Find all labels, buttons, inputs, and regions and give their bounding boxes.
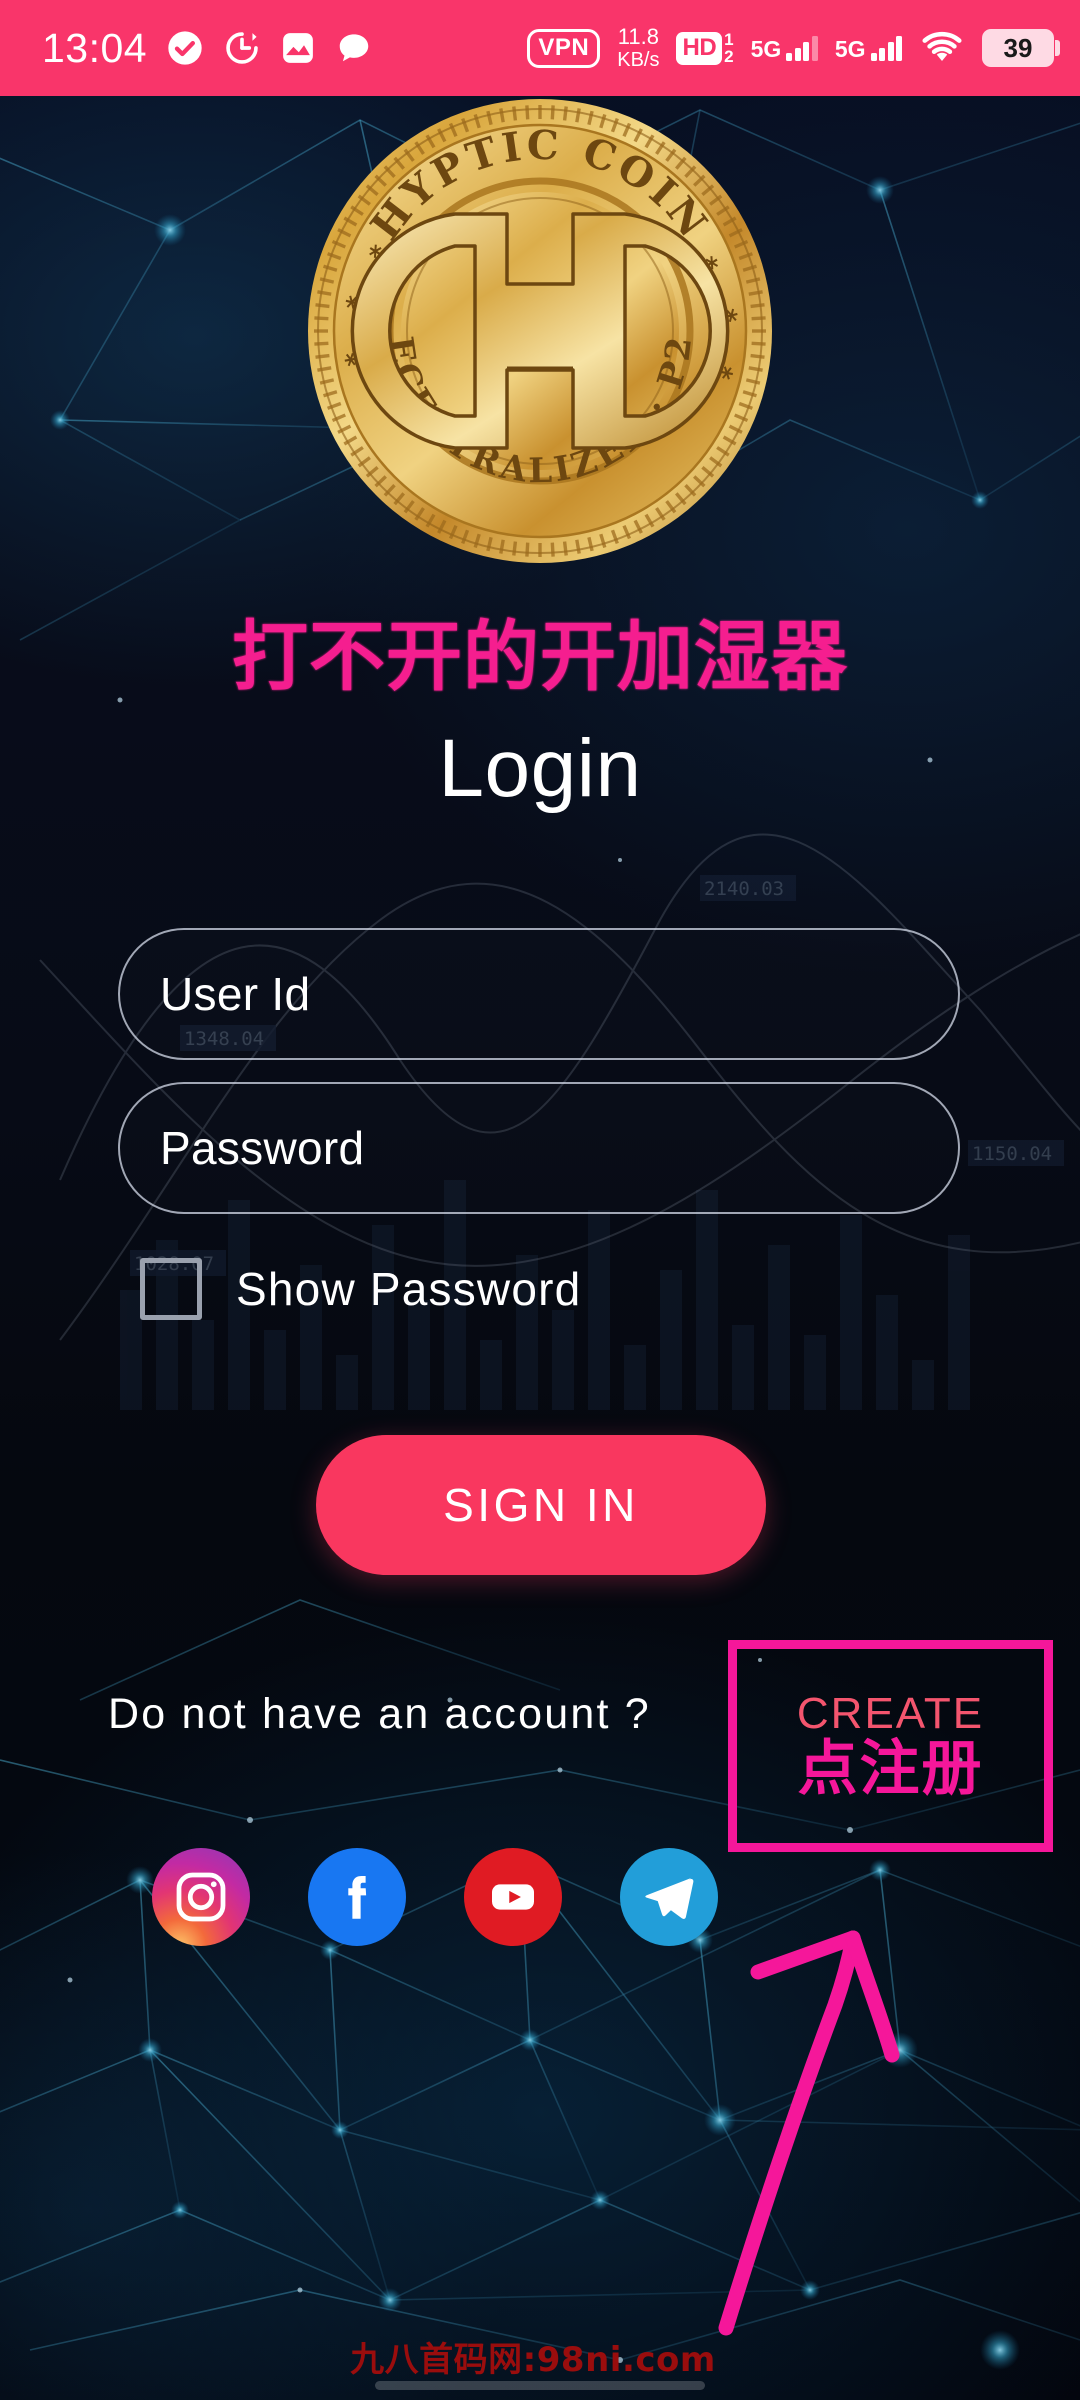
network-speed-unit: KB/s	[617, 49, 660, 71]
navigation-gesture-bar[interactable]	[375, 2381, 705, 2390]
status-bar-left: 13:04	[42, 25, 373, 72]
network-speed-indicator: 11.8 KB/s	[617, 23, 660, 71]
sign-in-button[interactable]: SIGN IN	[316, 1435, 766, 1575]
status-bar-right: VPN 11.8 KB/s HD 1 2 5G 5G 39	[527, 23, 1060, 71]
hd-voice-icon: HD 1 2	[676, 31, 734, 65]
show-password-label: Show Password	[236, 1263, 582, 1315]
create-annotation-cn: 点注册	[797, 1733, 984, 1804]
gallery-icon	[279, 29, 317, 67]
timer-icon	[223, 29, 261, 67]
userid-input[interactable]: User Id	[118, 928, 960, 1060]
youtube-icon[interactable]	[464, 1848, 562, 1946]
page-title: Login	[438, 723, 642, 814]
hd-label: HD	[676, 31, 723, 65]
account-question-label: Do not have an account ?	[108, 1690, 651, 1738]
create-account-annotation-box[interactable]: CREATE 点注册	[728, 1640, 1053, 1852]
login-content: HYPTIC COIN DECENTRALIZED · P2P * * * * …	[0, 0, 1080, 2400]
battery-percent: 39	[1003, 32, 1033, 63]
login-screen: 2140.03 1348.04 1150.04 1028.07 13:04 VP…	[0, 0, 1080, 2400]
wifi-icon	[919, 30, 965, 66]
status-bar: 13:04 VPN 11.8 KB/s HD 1 2 5G 5G 39	[0, 0, 1080, 96]
create-account-link[interactable]: CREATE	[797, 1691, 984, 1736]
signal-sim2-icon: 5G	[835, 35, 902, 61]
sim1-signal-bars	[786, 35, 818, 61]
hd-sim-bottom: 2	[724, 47, 734, 66]
sim2-network-label: 5G	[834, 36, 866, 62]
vpn-badge: VPN	[527, 28, 601, 68]
sim2-signal-bars	[870, 35, 902, 61]
userid-placeholder: User Id	[160, 968, 311, 1020]
sim1-network-label: 5G	[750, 36, 782, 62]
instagram-icon[interactable]	[152, 1848, 250, 1946]
show-password-row[interactable]: Show Password	[140, 1258, 581, 1320]
show-password-checkbox[interactable]	[140, 1258, 202, 1320]
signal-sim1-icon: 5G	[751, 35, 818, 61]
chat-bubble-icon	[335, 29, 373, 67]
battery-icon: 39	[982, 29, 1060, 67]
password-input[interactable]: Password	[118, 1082, 960, 1214]
brand-annotation-cn: 打不开的开加湿器	[232, 612, 848, 701]
status-time: 13:04	[42, 24, 148, 71]
facebook-icon[interactable]	[308, 1848, 406, 1946]
hd-sim-indicator: 1 2	[724, 31, 733, 65]
check-circle-icon	[165, 28, 205, 68]
network-speed-value: 11.8	[617, 23, 659, 49]
password-placeholder: Password	[160, 1122, 365, 1174]
create-pointer-arrow	[718, 1930, 900, 2336]
hyptic-coin-logo: HYPTIC COIN DECENTRALIZED · P2P * * * * …	[305, 96, 772, 563]
